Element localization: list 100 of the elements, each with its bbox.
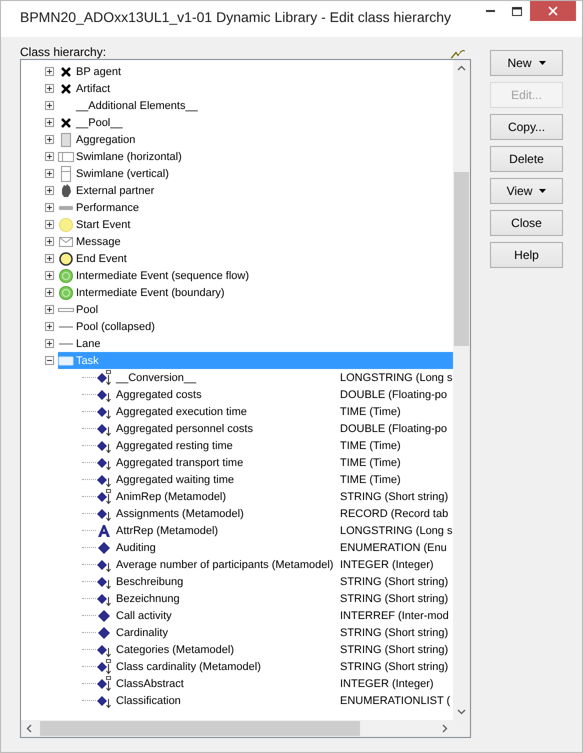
attribute-row[interactable]: Auditing ENUMERATION (Enu <box>96 539 453 556</box>
maximize-icon <box>512 6 522 16</box>
expand-icon[interactable] <box>45 135 54 144</box>
scroll-thumb[interactable] <box>40 721 360 736</box>
tree-item[interactable]: External partner <box>58 182 453 199</box>
attribute-row[interactable]: ClassAbstract INTEGER (Integer) <box>96 675 453 692</box>
attribute-name: Categories (Metamodel) <box>116 644 235 656</box>
line-icon <box>59 342 73 344</box>
attribute-type: TIME (Time) <box>340 474 401 486</box>
tree-item[interactable]: __Pool__ <box>58 114 453 131</box>
expand-icon[interactable] <box>45 169 54 178</box>
tree-item[interactable]: Intermediate Event (sequence flow) <box>58 267 453 284</box>
attribute-row[interactable]: Call activity INTERREF (Inter-mod <box>96 607 453 624</box>
expand-icon[interactable] <box>45 101 54 110</box>
tree-label: Class hierarchy: <box>20 45 106 59</box>
collapse-icon[interactable] <box>45 356 54 365</box>
attribute-name: Aggregated waiting time <box>116 474 236 486</box>
attribute-row[interactable]: Aggregated costs DOUBLE (Floating-po <box>96 386 453 403</box>
expand-icon[interactable] <box>45 203 54 212</box>
expand-icon[interactable] <box>45 339 54 348</box>
attribute-row[interactable]: Assignments (Metamodel) RECORD (Record tab <box>96 505 453 522</box>
attribute-type: STRING (Short string) <box>340 576 448 588</box>
circle-icon <box>58 216 74 232</box>
attribute-row[interactable]: Classification ENUMERATIONLIST ( <box>96 692 453 709</box>
attribute-type: ENUMERATIONLIST ( <box>340 694 450 706</box>
expand-icon[interactable] <box>45 237 54 246</box>
dialog-button[interactable]: New <box>490 50 563 76</box>
dialog-button[interactable]: Copy... <box>490 114 563 140</box>
attribute-type: STRING (Short string) <box>340 592 448 604</box>
expand-icon[interactable] <box>45 67 54 76</box>
tree-item[interactable]: BP agent <box>58 63 453 80</box>
dialog-button[interactable]: Delete <box>490 146 563 172</box>
tree-item[interactable]: Intermediate Event (boundary) <box>58 284 453 301</box>
dialog-button[interactable]: View <box>490 178 563 204</box>
attribute-type: INTEGER (Integer) <box>340 558 434 570</box>
expand-icon[interactable] <box>45 305 54 314</box>
expand-icon[interactable] <box>45 288 54 297</box>
tree-item[interactable]: Artifact <box>58 80 453 97</box>
tree-item[interactable]: Swimlane (horizontal) <box>58 148 453 165</box>
attribute-type: TIME (Time) <box>340 406 401 418</box>
line-icon <box>59 326 73 328</box>
attribute-name: Aggregated personnel costs <box>116 422 254 434</box>
diamond-icon <box>96 540 112 556</box>
tree-item[interactable]: Swimlane (vertical) <box>58 165 453 182</box>
attribute-name: Cardinality <box>116 626 169 638</box>
attribute-name: Call activity <box>116 610 173 622</box>
horizontal-scrollbar[interactable] <box>21 720 453 737</box>
tree-item[interactable]: Performance <box>58 199 453 216</box>
attribute-row[interactable]: AttrRep (Metamodel) LONGSTRING (Long s <box>96 522 453 539</box>
attribute-row[interactable]: Aggregated transport time TIME (Time) <box>96 454 453 471</box>
vertical-scrollbar[interactable] <box>453 60 470 720</box>
attribute-row[interactable]: Aggregated execution time TIME (Time) <box>96 403 453 420</box>
attribute-name: Beschreibung <box>116 576 184 588</box>
expand-icon[interactable] <box>45 118 54 127</box>
attribute-type: LONGSTRING (Long s <box>340 372 452 384</box>
attribute-row[interactable]: Beschreibung STRING (Short string) <box>96 573 453 590</box>
attribute-type: ENUMERATION (Enu <box>340 542 447 554</box>
tree-item[interactable]: Start Event <box>58 216 453 233</box>
attribute-row[interactable]: Class cardinality (Metamodel) STRING (Short string) <box>96 658 453 675</box>
expand-icon[interactable] <box>45 186 54 195</box>
tree-item[interactable]: Pool <box>58 301 453 318</box>
attribute-type: INTEGER (Integer) <box>340 678 434 690</box>
diamond-icon <box>96 624 112 640</box>
tree-item[interactable]: Pool (collapsed) <box>58 318 453 335</box>
attribute-row[interactable]: Cardinality STRING (Short string) <box>96 624 453 641</box>
diamond-icon <box>96 608 112 624</box>
attribute-row[interactable]: __Conversion__ LONGSTRING (Long s <box>96 369 453 386</box>
expand-icon[interactable] <box>45 271 54 280</box>
attribute-row[interactable]: Aggregated personnel costs DOUBLE (Floating-po <box>96 420 453 437</box>
attribute-type: STRING (Short string) <box>340 644 448 656</box>
close-window-button[interactable] <box>530 1 576 21</box>
tree-item[interactable]: Message <box>58 233 453 250</box>
caret-icon <box>538 61 546 65</box>
tree-item[interactable]: Aggregation <box>58 131 453 148</box>
attribute-row[interactable]: AnimRep (Metamodel) STRING (Short string) <box>96 488 453 505</box>
window-title: BPMN20_ADOxx13UL1_v1-01 Dynamic Library - Edit class hierarchy <box>20 9 452 25</box>
attribute-name: ClassAbstract <box>116 678 185 690</box>
attribute-row[interactable]: Aggregated waiting time TIME (Time) <box>96 471 453 488</box>
pool-icon <box>58 308 74 312</box>
tree-item[interactable]: Lane <box>58 335 453 352</box>
tree-item[interactable]: End Event <box>58 250 453 267</box>
expand-icon[interactable] <box>45 254 54 263</box>
attribute-row[interactable]: Average number of participants (Metamodel) INTEGER (Integer) <box>96 556 453 573</box>
attribute-icon <box>96 370 112 386</box>
expand-icon[interactable] <box>45 84 54 93</box>
attribute-name: Aggregated execution time <box>116 406 248 418</box>
dialog-button[interactable]: Close <box>490 210 563 236</box>
expand-icon[interactable] <box>45 152 54 161</box>
lightning-icon[interactable] <box>451 50 465 59</box>
attribute-type: DOUBLE (Floating-po <box>340 422 447 434</box>
attribute-type: DOUBLE (Floating-po <box>340 388 447 400</box>
attribute-row[interactable]: Bezeichnung STRING (Short string) <box>96 590 453 607</box>
expand-icon[interactable] <box>45 322 54 331</box>
attribute-type: INTERREF (Inter-mod <box>340 610 449 622</box>
attribute-row[interactable]: Aggregated resting time TIME (Time) <box>96 437 453 454</box>
scroll-thumb[interactable] <box>454 172 469 346</box>
expand-icon[interactable] <box>45 220 54 229</box>
dialog-button[interactable]: Help <box>490 242 563 268</box>
tree-item[interactable]: __Additional Elements__ <box>58 97 453 114</box>
attribute-row[interactable]: Categories (Metamodel) STRING (Short string) <box>96 641 453 658</box>
